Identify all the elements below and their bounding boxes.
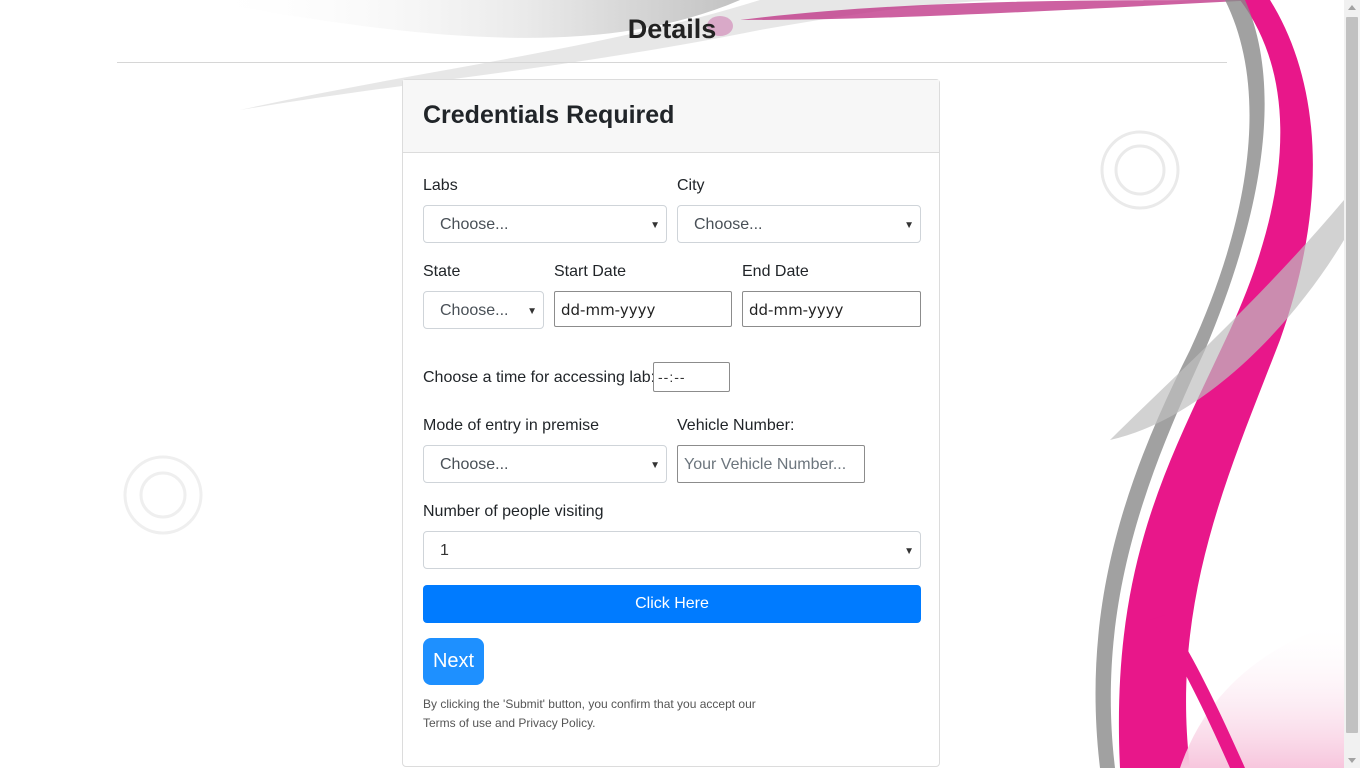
mode-of-entry-select-value: Choose... (440, 456, 509, 473)
vehicle-number-input[interactable]: Your Vehicle Number... (677, 445, 865, 483)
scroll-thumb[interactable] (1346, 17, 1358, 733)
disclaimer-line-1: By clicking the 'Submit' button, you con… (423, 697, 756, 711)
start-date-input[interactable]: dd-mm-yyyy (554, 291, 732, 327)
caret-down-icon: ▼ (650, 460, 660, 471)
city-label: City (677, 177, 705, 194)
page-scrollbar[interactable] (1344, 0, 1360, 768)
start-date-label: Start Date (554, 263, 627, 280)
labs-label: Labs (423, 177, 458, 194)
people-count-select-value: 1 (440, 542, 449, 559)
credentials-card: Credentials Required Labs Choose... ▼ Ci… (402, 79, 940, 767)
card-title: Credentials Required (403, 80, 939, 153)
caret-down-icon: ▼ (650, 220, 660, 231)
city-select-value: Choose... (694, 216, 763, 233)
disclaimer-line-2: Terms of use and Privacy Policy. (423, 716, 596, 730)
vehicle-number-label: Vehicle Number: (677, 417, 795, 434)
people-count-label: Number of people visiting (423, 503, 604, 520)
page-title: Details (627, 14, 717, 44)
state-label: State (423, 263, 461, 280)
next-button[interactable]: Next (423, 638, 484, 685)
caret-down-icon: ▼ (527, 306, 537, 317)
mode-of-entry-label: Mode of entry in premise (423, 417, 600, 434)
click-here-button[interactable]: Click Here (423, 585, 921, 623)
caret-down-icon: ▼ (904, 546, 914, 557)
caret-down-icon: ▼ (904, 220, 914, 231)
scroll-down-arrow-icon[interactable] (1348, 758, 1356, 763)
labs-select-value: Choose... (440, 216, 509, 233)
end-date-input[interactable]: dd-mm-yyyy (742, 291, 921, 327)
end-date-label: End Date (742, 263, 809, 280)
disclaimer-text: By clicking the 'Submit' button, you con… (423, 695, 823, 733)
time-input[interactable]: --:-- (653, 362, 730, 392)
city-select[interactable]: Choose... ▼ (677, 205, 921, 243)
mode-of-entry-select[interactable]: Choose... ▼ (423, 445, 667, 483)
scroll-up-arrow-icon[interactable] (1348, 5, 1356, 10)
state-select-value: Choose... (440, 302, 509, 319)
title-divider (117, 62, 1227, 63)
labs-select[interactable]: Choose... ▼ (423, 205, 667, 243)
people-count-select[interactable]: 1 ▼ (423, 531, 921, 569)
time-label: Choose a time for accessing lab: (423, 369, 656, 386)
state-select[interactable]: Choose... ▼ (423, 291, 544, 329)
